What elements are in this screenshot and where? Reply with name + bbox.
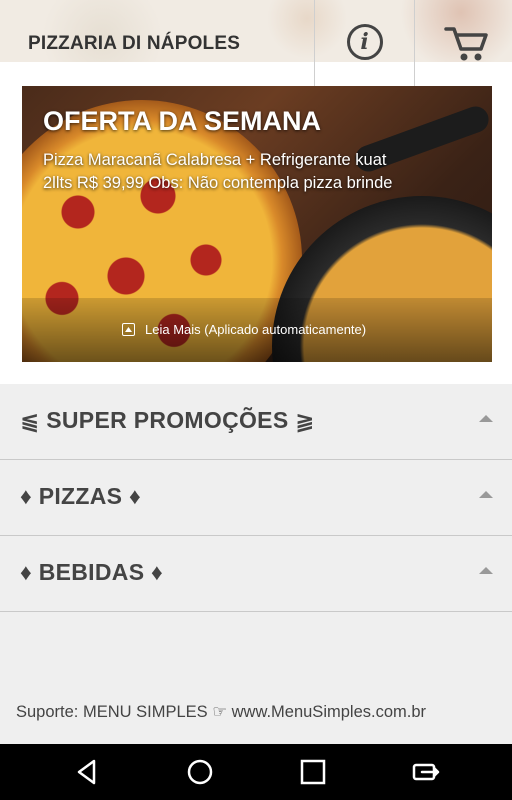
app-header: PIZZARIA DI NÁPOLES i (0, 0, 512, 86)
category-list: ⫹ SUPER PROMOÇÕES ⫺ ♦ PIZZAS ♦ ♦ BEBIDAS… (0, 384, 512, 744)
weekly-offer-banner[interactable]: OFERTA DA SEMANA Pizza Maracanã Calabres… (22, 86, 492, 362)
support-link[interactable]: Suporte: MENU SIMPLES ☞ www.MenuSimples.… (16, 702, 426, 722)
read-more-label: Leia Mais (Aplicado automaticamente) (145, 322, 367, 337)
offer-description: Pizza Maracanã Calabresa + Refrigerante … (43, 149, 478, 195)
offer-line-1: Pizza Maracanã Calabresa + Refrigerante … (43, 151, 387, 169)
category-label: ♦ PIZZAS ♦ (20, 483, 142, 509)
back-icon[interactable] (72, 756, 104, 788)
collapse-caret-icon (479, 567, 493, 574)
collapse-caret-icon (479, 415, 493, 422)
info-icon: i (346, 24, 383, 60)
spacer (0, 362, 512, 384)
recents-icon[interactable] (297, 756, 329, 788)
category-label: ⫹ SUPER PROMOÇÕES ⫺ (20, 407, 315, 433)
expand-icon (122, 323, 135, 336)
category-bebidas[interactable]: ♦ BEBIDAS ♦ (0, 536, 512, 612)
read-more-link[interactable]: Leia Mais (Aplicado automaticamente) (122, 322, 366, 337)
offer-title: OFERTA DA SEMANA (43, 106, 321, 136)
info-button[interactable]: i (315, 0, 414, 86)
app-screen: PIZZARIA DI NÁPOLES i OFERTA DA SEMANA P… (0, 0, 512, 800)
rotate-icon[interactable] (410, 756, 442, 788)
cart-icon (444, 27, 488, 61)
home-icon[interactable] (184, 756, 216, 788)
offer-line-2: 2llts R$ 39,99 Obs: Não contempla pizza … (43, 174, 393, 192)
category-pizzas[interactable]: ♦ PIZZAS ♦ (0, 460, 512, 536)
collapse-caret-icon (479, 491, 493, 498)
category-super-promocoes[interactable]: ⫹ SUPER PROMOÇÕES ⫺ (0, 384, 512, 460)
category-label: ♦ BEBIDAS ♦ (20, 559, 164, 585)
restaurant-name: PIZZARIA DI NÁPOLES (28, 33, 241, 54)
android-nav-bar (0, 744, 512, 800)
cart-button[interactable] (415, 0, 512, 86)
